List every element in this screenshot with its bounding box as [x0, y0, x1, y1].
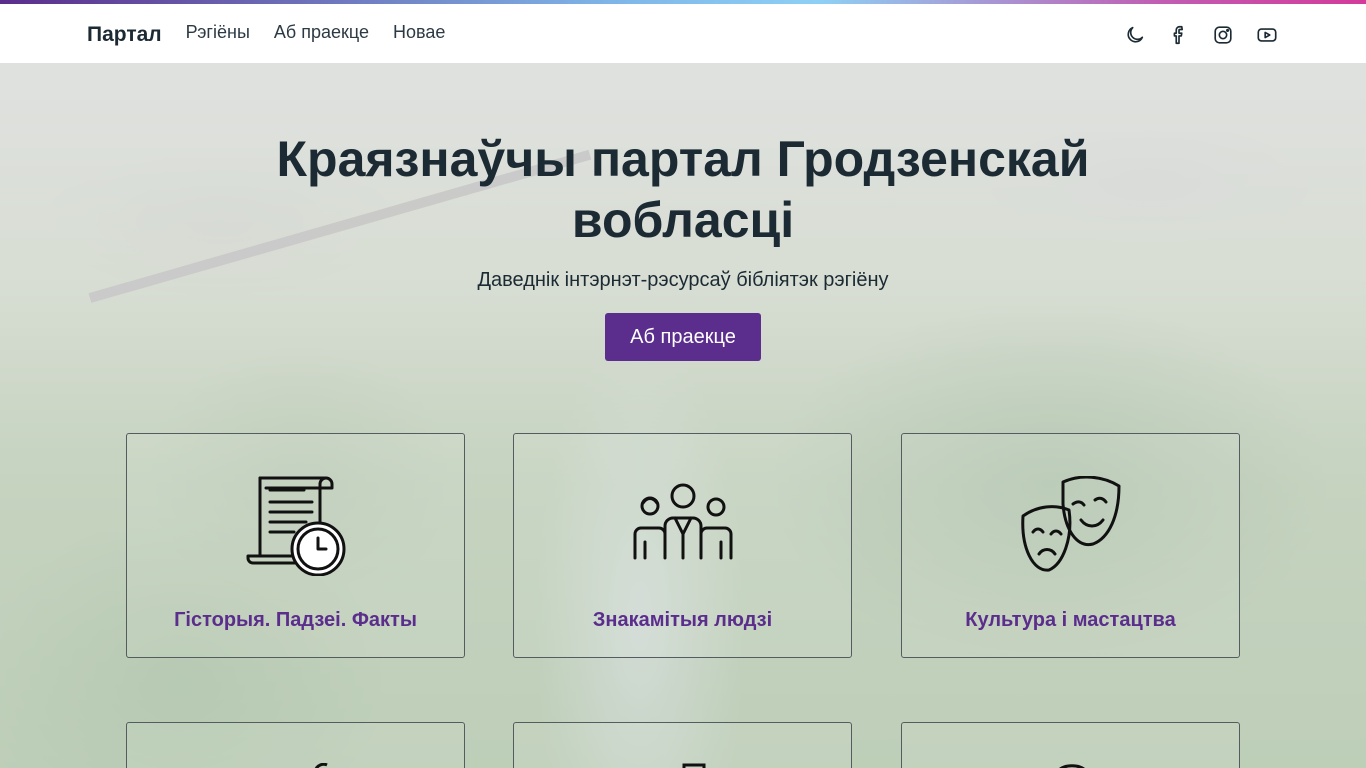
instagram-icon[interactable]: [1211, 23, 1235, 47]
moon-icon[interactable]: [1123, 23, 1147, 47]
partial-icon: [314, 763, 328, 768]
category-card-history[interactable]: Гісторыя. Падзеі. Факты: [126, 433, 465, 658]
partial-icon: [1059, 764, 1085, 768]
card-label: Знакамітыя людзі: [592, 609, 773, 631]
people-group-icon: [633, 476, 733, 576]
nav-link-about[interactable]: Аб праекце: [274, 22, 369, 43]
category-card-people[interactable]: Знакамітыя людзі: [513, 433, 852, 658]
category-card-row2-1[interactable]: [126, 722, 465, 768]
hero-subtitle: Даведнік інтэрнэт-рэсурсаў бібліятэк рэг…: [477, 269, 889, 291]
navbar: Партал Рэгіёны Аб праекце Новае: [0, 4, 1366, 63]
category-card-row2-2[interactable]: [513, 722, 852, 768]
card-label: Гісторыя. Падзеі. Факты: [174, 609, 417, 631]
nav-link-news[interactable]: Новае: [393, 22, 445, 43]
category-card-culture[interactable]: Культура і мастацтва: [901, 433, 1240, 658]
category-card-row2-3[interactable]: [901, 722, 1240, 768]
page-title: Краязнаўчы партал Гродзенскай вобласці: [276, 131, 1090, 248]
card-label: Культура і мастацтва: [965, 609, 1176, 631]
facebook-icon[interactable]: [1167, 23, 1191, 47]
youtube-icon[interactable]: [1255, 23, 1279, 47]
theater-masks-icon: [1021, 475, 1121, 576]
nav-icons: [1123, 23, 1279, 47]
nav-link-regions[interactable]: Рэгіёны: [186, 22, 250, 43]
partial-icon: [682, 763, 706, 768]
about-project-button[interactable]: Аб праекце: [605, 313, 761, 361]
scroll-clock-icon: [246, 476, 346, 577]
brand-link[interactable]: Партал: [87, 23, 162, 47]
